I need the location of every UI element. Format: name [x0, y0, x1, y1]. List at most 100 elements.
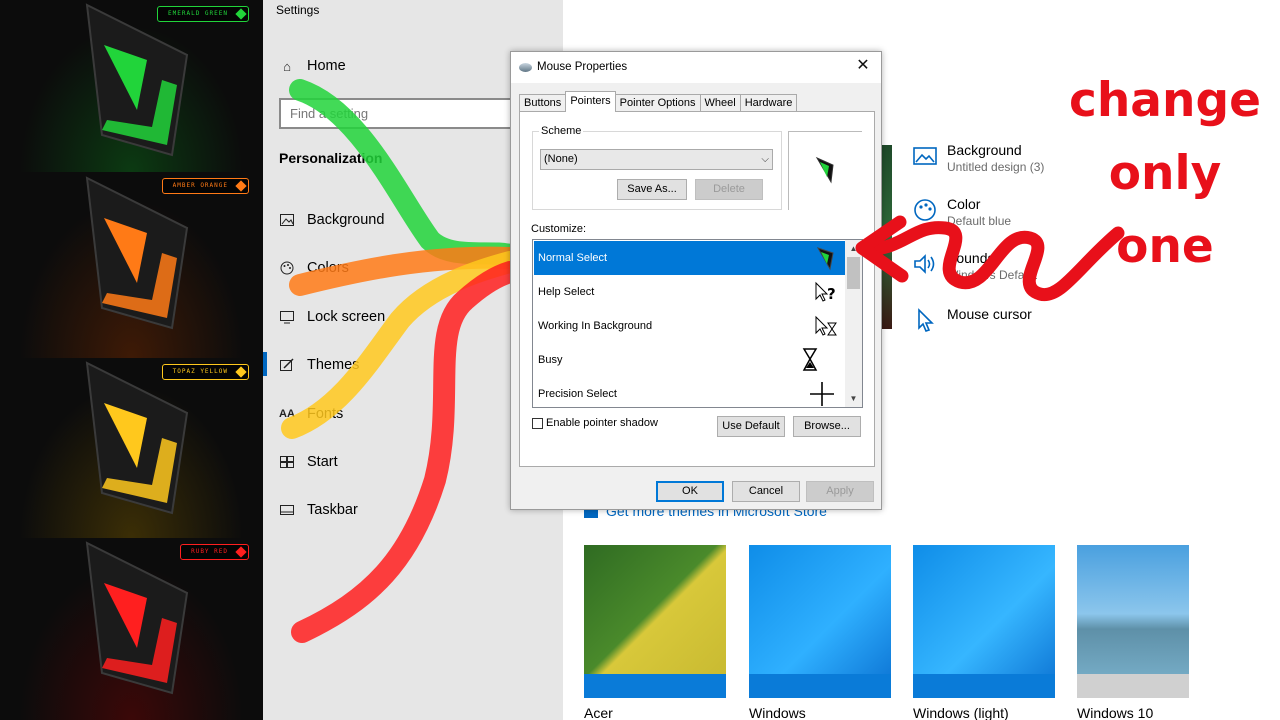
nav-colors-label: Colors — [307, 260, 349, 276]
pointer-row-working-in-background[interactable]: Working In Background — [534, 309, 845, 343]
dialog-titlebar: Mouse Properties ✕ — [511, 52, 881, 83]
tab-buttons[interactable]: Buttons — [519, 94, 567, 111]
customize-label: Customize: — [531, 223, 587, 235]
tab-hardware[interactable]: Hardware — [739, 94, 798, 111]
scheme-select[interactable]: (None) ⌵ — [540, 149, 773, 170]
gem-icon — [235, 546, 247, 558]
gem-cursor-artwork — [85, 176, 189, 330]
speaker-icon — [914, 254, 935, 274]
theme-thumb-windows-light[interactable] — [913, 545, 1055, 698]
delete-button[interactable]: Delete — [695, 179, 763, 200]
chevron-down-icon: ⌵ — [761, 154, 769, 165]
tab-wheel[interactable]: Wheel — [699, 94, 741, 111]
option-color-title: Color — [947, 196, 981, 212]
pointer-row-label: Busy — [538, 354, 563, 366]
pointer-row-label: Help Select — [538, 286, 595, 298]
theme-name-tag: RUBY RED — [180, 544, 249, 560]
scroll-thumb[interactable] — [847, 257, 860, 289]
brush-icon — [279, 357, 295, 373]
option-color-sub: Default blue — [947, 214, 1012, 228]
image-icon — [913, 147, 937, 165]
active-nav-indicator — [263, 352, 267, 376]
save-as-button[interactable]: Save As... — [617, 179, 687, 200]
scheme-select-value: (None) — [544, 153, 578, 165]
theme-label-windows: Windows — [749, 705, 806, 720]
theme-thumb-windows[interactable] — [749, 545, 891, 698]
scheme-group: Scheme (None) ⌵ Save As... Delete — [532, 125, 782, 210]
tab-pointer-options[interactable]: Pointer Options — [614, 94, 701, 111]
theme-thumb-band — [584, 674, 726, 698]
theme-thumb-band — [1077, 674, 1189, 698]
nav-fonts-label: Fonts — [307, 406, 344, 422]
apply-button[interactable]: Apply — [806, 481, 874, 502]
scroll-up-icon[interactable]: ▲ — [845, 240, 862, 257]
theme-label-acer: Acer — [584, 705, 613, 720]
browse-button[interactable]: Browse... — [793, 416, 861, 437]
use-default-button[interactable]: Use Default — [717, 416, 785, 437]
theme-card: AMBER ORANGE — [0, 172, 263, 358]
scroll-down-icon[interactable]: ▼ — [845, 390, 862, 407]
ok-button[interactable]: OK — [656, 481, 724, 502]
close-icon[interactable]: ✕ — [853, 56, 873, 76]
pointer-row-label: Normal Select — [538, 252, 608, 264]
nav-background[interactable]: Background — [279, 208, 384, 232]
palette-icon — [914, 199, 936, 221]
svg-text:?: ? — [827, 285, 836, 303]
start-grid-icon — [279, 454, 295, 470]
font-icon: AA — [279, 408, 295, 420]
gem-cursor-artwork — [85, 3, 189, 157]
pointer-shadow-label: Enable pointer shadow — [546, 417, 658, 429]
home-icon: ⌂ — [283, 58, 291, 74]
theme-card: EMERALD GREEN — [0, 0, 263, 172]
mouse-properties-dialog: Mouse Properties ✕ Buttons Pointers Poin… — [510, 51, 882, 510]
pointer-row-label: Working In Background — [538, 320, 653, 332]
theme-name-tag: EMERALD GREEN — [157, 6, 249, 22]
taskbar-icon — [279, 502, 295, 518]
dialog-tabs: Buttons Pointers Pointer Options Wheel H… — [519, 91, 798, 112]
nav-taskbar-label: Taskbar — [307, 502, 358, 518]
annotation-line: one — [1116, 219, 1214, 274]
pointers-tab-panel: Scheme (None) ⌵ Save As... Delete Custom… — [519, 111, 875, 467]
cancel-button[interactable]: Cancel — [732, 481, 800, 502]
checkbox-box[interactable] — [532, 417, 543, 429]
settings-window-title: Settings — [276, 3, 320, 17]
nav-fonts[interactable]: AA Fonts — [279, 402, 343, 426]
palette-icon — [279, 260, 295, 276]
option-sounds-title: Sounds — [947, 250, 995, 266]
pointer-list[interactable]: Normal Select Help Select ? Working In B… — [532, 239, 863, 408]
option-sounds-sub: Windows Default — [947, 268, 1038, 282]
theme-name-tag: AMBER ORANGE — [161, 178, 249, 194]
crosshair-icon — [810, 382, 834, 406]
nav-home[interactable]: ⌂ Home — [279, 54, 346, 78]
help-cursor-icon: ? — [815, 281, 836, 303]
nav-lock-screen[interactable]: Lock screen — [279, 305, 385, 329]
theme-thumb-acer[interactable] — [584, 545, 726, 698]
nav-themes[interactable]: Themes — [279, 353, 359, 377]
scheme-label: Scheme — [539, 125, 584, 137]
nav-taskbar[interactable]: Taskbar — [279, 498, 358, 522]
hourglass-icon — [802, 348, 818, 371]
cursor-icon — [918, 308, 934, 332]
pointer-row-normal-select[interactable]: Normal Select — [534, 241, 845, 275]
theme-thumb-band — [749, 674, 891, 698]
theme-card: RUBY RED — [0, 538, 263, 720]
nav-colors[interactable]: Colors — [279, 256, 349, 280]
pointer-row-help-select[interactable]: Help Select ? — [534, 275, 845, 309]
tab-pointers[interactable]: Pointers — [565, 91, 616, 112]
nav-lock-screen-label: Lock screen — [307, 309, 386, 325]
nav-start-label: Start — [307, 454, 338, 470]
theme-label-windows-10: Windows 10 — [1077, 705, 1154, 720]
pointer-row-precision-select[interactable]: Precision Select — [534, 377, 845, 407]
pointer-shadow-checkbox[interactable]: Enable pointer shadow — [532, 417, 658, 429]
pointer-list-scrollbar[interactable]: ▲ ▼ — [845, 240, 862, 407]
nav-start[interactable]: Start — [279, 450, 338, 474]
pointer-row-busy[interactable]: Busy — [534, 343, 845, 377]
gem-cursor-icon — [815, 156, 834, 184]
annotation-line: change — [1068, 73, 1262, 128]
screenshot-root: EMERALD GREEN AMBER ORANGE TOPAZ YELLOW RUB… — [0, 0, 1280, 720]
image-icon — [279, 212, 295, 228]
theme-thumb-windows-10[interactable] — [1077, 545, 1189, 698]
search-input[interactable]: Find a setting — [279, 98, 539, 129]
nav-themes-label: Themes — [307, 357, 360, 373]
monitor-icon — [279, 309, 295, 325]
